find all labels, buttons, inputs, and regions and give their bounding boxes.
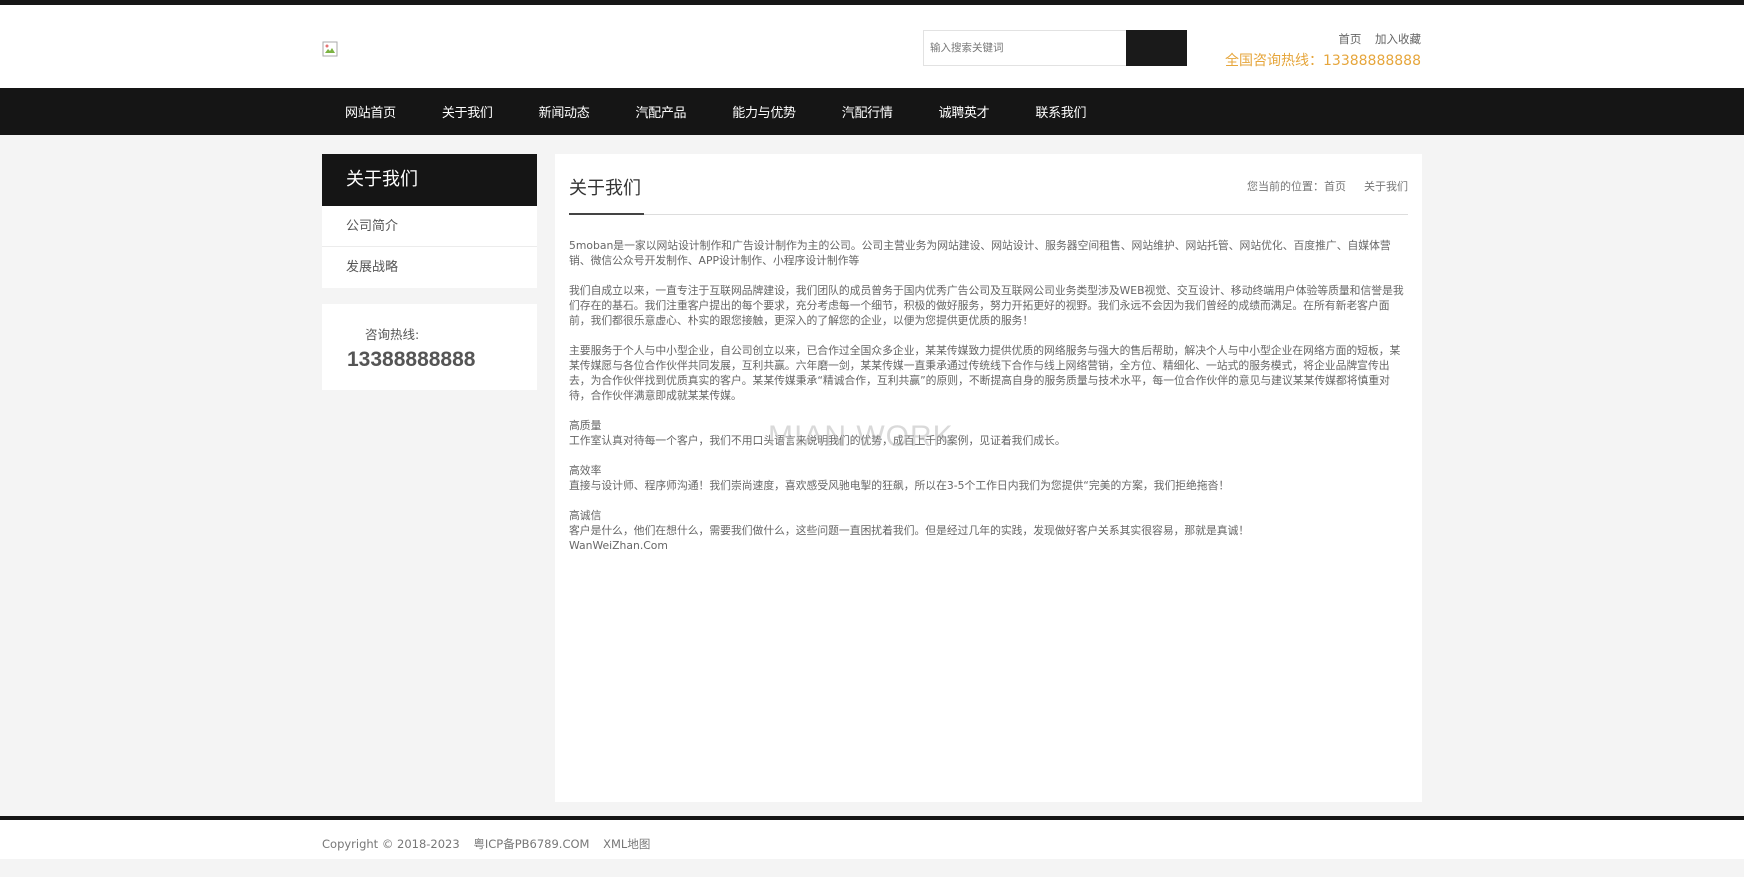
search-box [923, 30, 1187, 66]
feature-text: 工作室认真对待每一个客户，我们不用口头语言来说明我们的优势，成百上千的案例，见证… [569, 434, 1066, 447]
breadcrumb-prefix: 您当前的位置： [1247, 180, 1324, 193]
breadcrumb: 您当前的位置：首页 关于我们 [1247, 178, 1408, 194]
top-link-favorite[interactable]: 加入收藏 [1375, 32, 1421, 46]
footer-copyright: Copyright © 2018-2023 [322, 837, 460, 851]
search-button[interactable] [1126, 30, 1187, 66]
search-input[interactable] [924, 31, 1126, 65]
nav-item-market[interactable]: 汽配行情 [819, 102, 916, 121]
logo-broken-image-icon[interactable] [322, 41, 338, 57]
nav-item-careers[interactable]: 诚聘英才 [916, 102, 1013, 121]
top-links: 首页 加入收藏 [1328, 31, 1421, 47]
footer-sitemap-link[interactable]: XML地图 [603, 837, 650, 851]
top-link-home[interactable]: 首页 [1338, 32, 1361, 46]
nav-item-news[interactable]: 新闻动态 [516, 102, 613, 121]
contact-number: 13388888888 [347, 348, 476, 371]
header: 首页 加入收藏 全国咨询热线：13388888888 [0, 5, 1744, 88]
feature-heading: 高诚信 [569, 509, 602, 522]
footer: Copyright © 2018-2023 粤ICP备PB6789.COM XM… [0, 820, 1744, 859]
article-body: 5moban是一家以网站设计制作和广告设计制作为主的公司。公司主营业务为网站建设… [569, 238, 1409, 568]
main-content: 关于我们 您当前的位置：首页 关于我们 5moban是一家以网站设计制作和广告设计… [555, 154, 1422, 802]
sidebar-menu: 公司简介 发展战略 [322, 206, 537, 288]
feature-text: 直接与设计师、程序师沟通！我们崇尚速度，喜欢感受风驰电掣的狂飙，所以在3-5个工… [569, 479, 1230, 492]
sidebar-contact: 咨询热线: 13388888888 [322, 304, 537, 390]
nav-item-home[interactable]: 网站首页 [322, 102, 419, 121]
sidebar-item-profile[interactable]: 公司简介 [322, 206, 537, 247]
article-paragraph: 5moban是一家以网站设计制作和广告设计制作为主的公司。公司主营业务为网站建设… [569, 239, 1391, 267]
nav-item-capabilities[interactable]: 能力与优势 [709, 102, 819, 121]
title-divider [569, 214, 1408, 215]
header-hotline: 全国咨询热线：13388888888 [1225, 53, 1421, 69]
nav-item-contact[interactable]: 联系我们 [1012, 102, 1109, 121]
feature-heading: 高质量 [569, 419, 602, 432]
page-title: 关于我们 [569, 178, 641, 199]
main-nav: 网站首页 关于我们 新闻动态 汽配产品 能力与优势 汽配行情 诚聘英才 联系我们 [0, 88, 1744, 135]
breadcrumb-current[interactable]: 关于我们 [1364, 180, 1408, 193]
article-signature: WanWeiZhan.Com [569, 539, 668, 552]
article-paragraph: 主要服务于个人与中小型企业，自公司创立以来，已合作过全国众多企业，某某传媒致力提… [569, 344, 1401, 402]
feature-text: 客户是什么，他们在想什么，需要我们做什么，这些问题一直困扰着我们。但是经过几年的… [569, 524, 1250, 537]
contact-label: 咨询热线: [365, 327, 420, 342]
feature-heading: 高效率 [569, 464, 602, 477]
sidebar-title: 关于我们 [322, 154, 537, 206]
nav-item-products[interactable]: 汽配产品 [612, 102, 709, 121]
breadcrumb-home[interactable]: 首页 [1324, 180, 1346, 193]
sidebar-item-strategy[interactable]: 发展战略 [322, 247, 537, 288]
nav-item-about[interactable]: 关于我们 [419, 102, 516, 121]
footer-icp-link[interactable]: 粤ICP备PB6789.COM [473, 837, 589, 851]
article-paragraph: 我们自成立以来，一直专注于互联网品牌建设，我们团队的成员曾务于国内优秀广告公司及… [569, 284, 1404, 327]
title-underline [569, 213, 644, 215]
